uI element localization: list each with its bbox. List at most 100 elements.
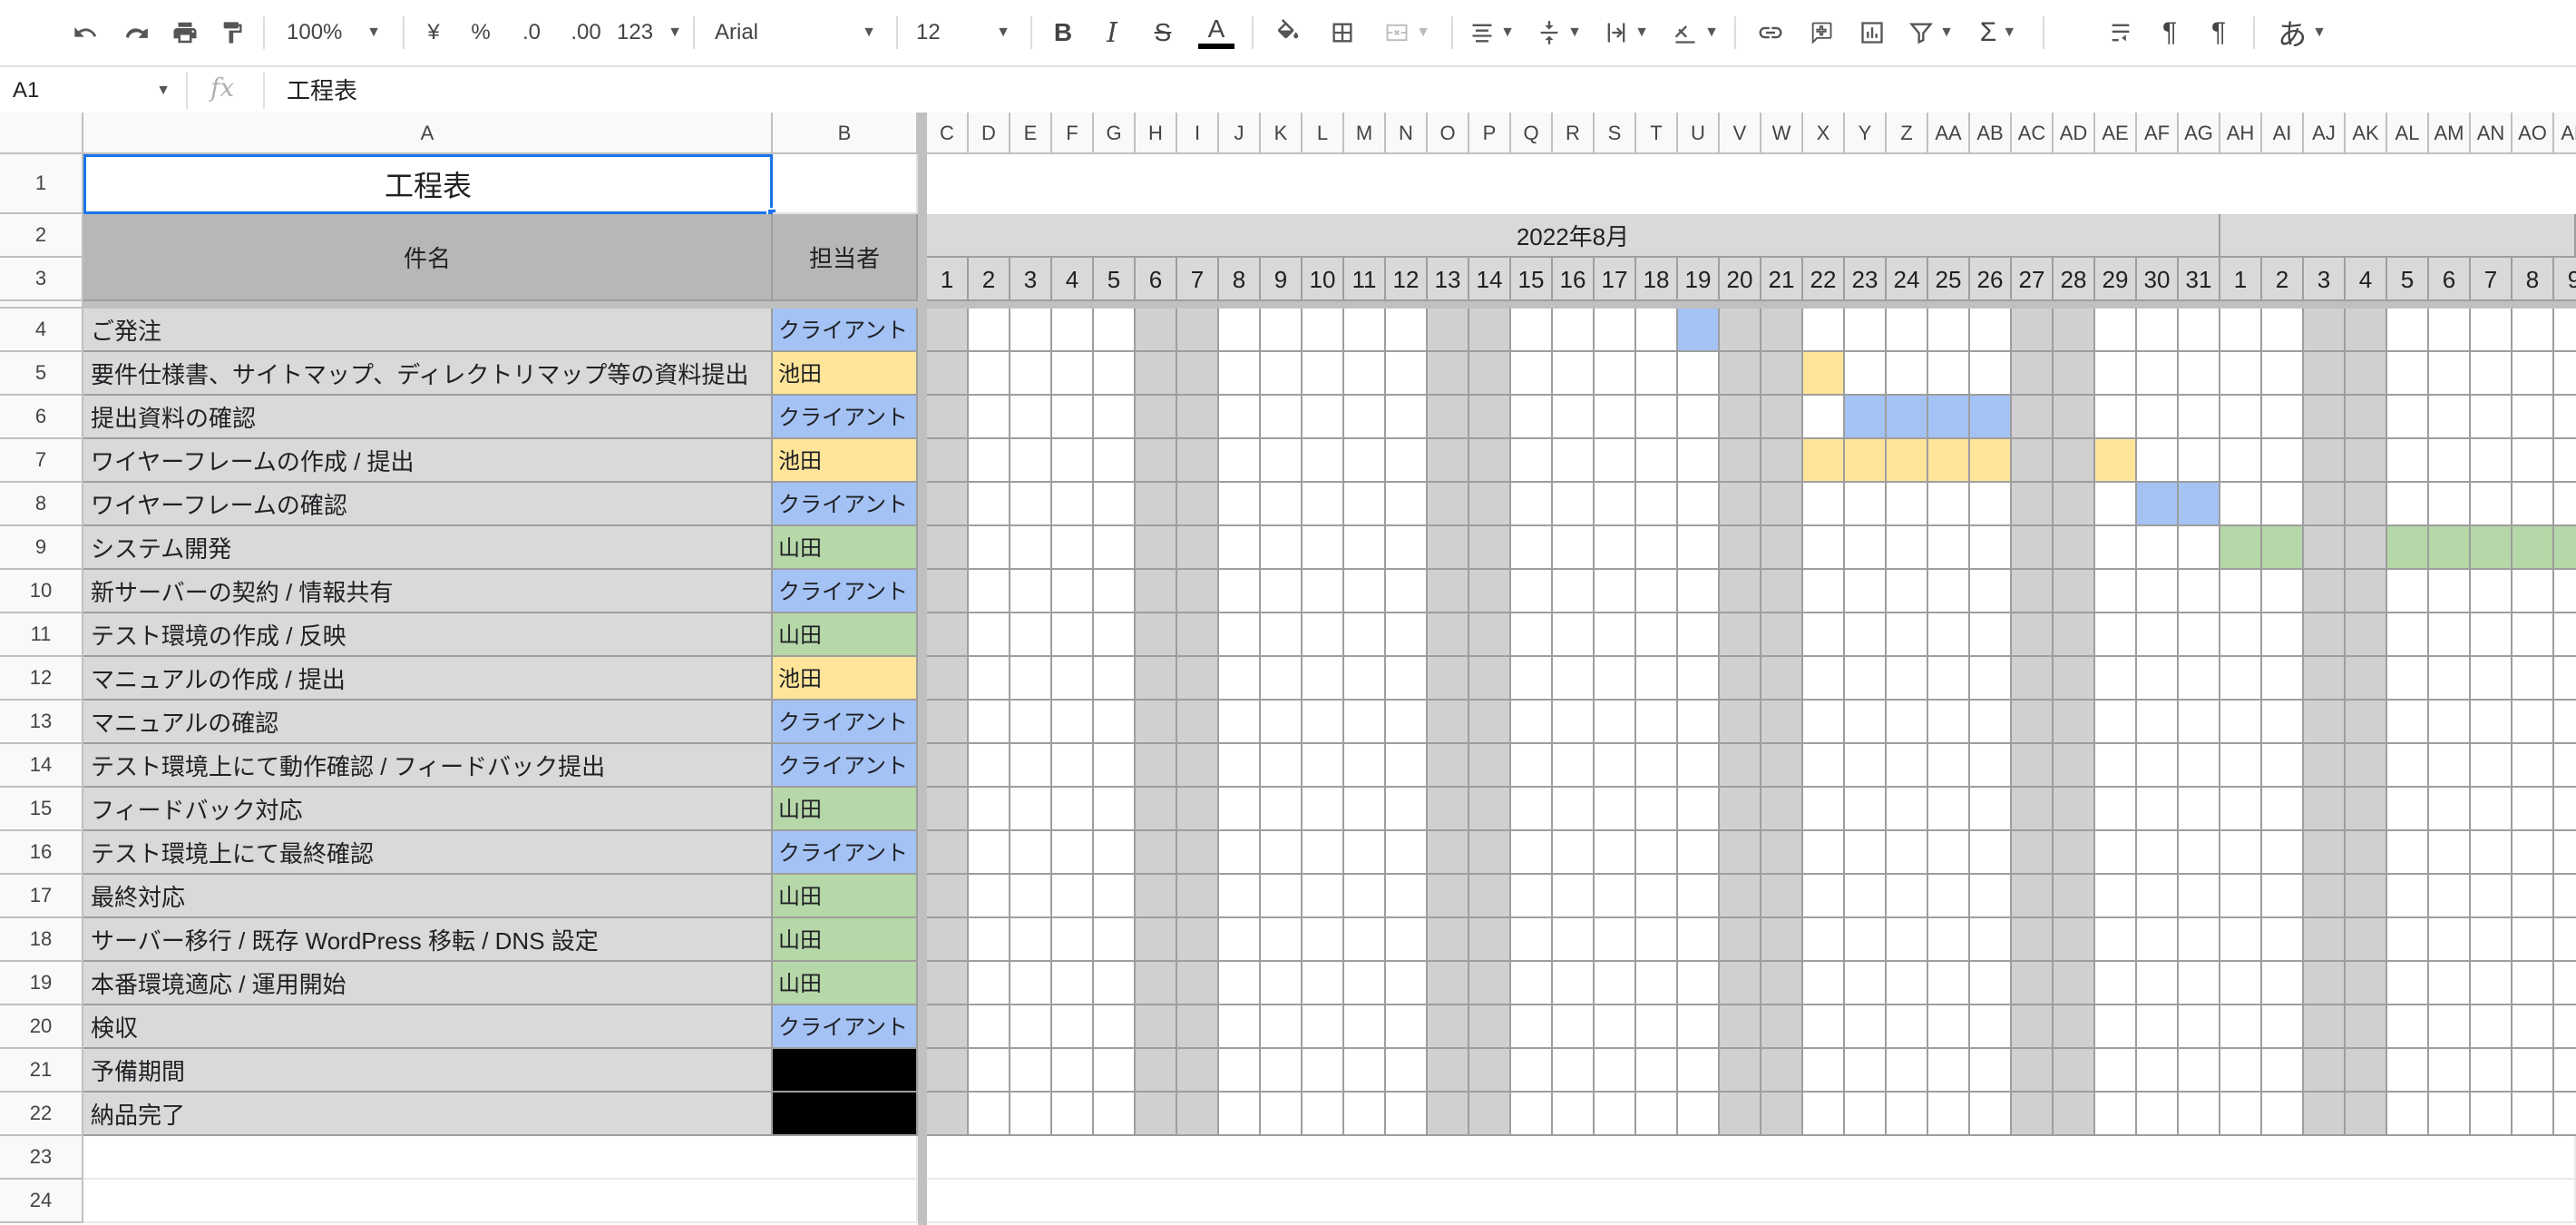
day-cell[interactable] xyxy=(2429,483,2471,526)
weekend-cell[interactable] xyxy=(1177,701,1219,744)
weekend-cell[interactable] xyxy=(1177,483,1219,526)
weekend-cell[interactable] xyxy=(1761,1093,1803,1136)
weekend-cell[interactable] xyxy=(927,701,969,744)
row-header[interactable]: 10 xyxy=(0,570,83,613)
weekend-cell[interactable] xyxy=(927,570,969,613)
day-cell[interactable] xyxy=(1052,1005,1094,1049)
day-cell[interactable] xyxy=(2513,831,2554,875)
day-cell[interactable] xyxy=(1261,613,1303,657)
day-cell[interactable] xyxy=(1803,570,1845,613)
day-cell[interactable] xyxy=(2513,657,2554,701)
weekend-cell[interactable] xyxy=(2346,875,2387,918)
column-header[interactable]: AB xyxy=(1970,113,2012,154)
hide-toolbar-button[interactable] xyxy=(2103,11,2139,54)
day-cell[interactable] xyxy=(1970,701,2012,744)
day-cell[interactable] xyxy=(1511,352,1553,396)
day-cell[interactable] xyxy=(2429,1005,2471,1049)
day-cell[interactable] xyxy=(1970,1093,2012,1136)
day-cell[interactable] xyxy=(2471,570,2513,613)
day-cell[interactable] xyxy=(1970,570,2012,613)
day-cell[interactable] xyxy=(2179,439,2220,483)
day-cell[interactable] xyxy=(2137,1049,2179,1093)
day-cell[interactable] xyxy=(1928,613,1970,657)
day-cell[interactable] xyxy=(1553,875,1595,918)
weekend-cell[interactable] xyxy=(1761,1005,1803,1049)
day-cell[interactable] xyxy=(1595,483,1636,526)
weekend-cell[interactable] xyxy=(2054,875,2095,918)
increase-decimal-button[interactable]: .00 xyxy=(561,11,611,54)
day-cell[interactable] xyxy=(1094,396,1136,439)
weekend-cell[interactable] xyxy=(1428,1093,1469,1136)
day-cell[interactable] xyxy=(1219,570,1261,613)
horizontal-align-button[interactable]: ▼ xyxy=(1464,11,1520,54)
borders-button[interactable] xyxy=(1321,11,1364,54)
assignee-cell[interactable]: 池田 xyxy=(773,657,918,701)
day-cell[interactable] xyxy=(1845,962,1887,1005)
task-cell[interactable]: 新サーバーの契約 / 情報共有 xyxy=(83,570,773,613)
day-cell[interactable] xyxy=(1678,875,1720,918)
day-cell[interactable] xyxy=(1386,570,1428,613)
day-cell[interactable] xyxy=(1553,1049,1595,1093)
assignee-cell[interactable]: クライアント xyxy=(773,309,918,352)
column-header[interactable]: J xyxy=(1219,113,1261,154)
row-header[interactable]: 3 xyxy=(0,258,83,301)
weekend-cell[interactable] xyxy=(1136,831,1177,875)
day-cell[interactable] xyxy=(1803,701,1845,744)
paint-format-button[interactable] xyxy=(210,11,254,54)
row-header[interactable]: 20 xyxy=(0,1005,83,1049)
column-header[interactable]: G xyxy=(1094,113,1136,154)
day-cell[interactable] xyxy=(2513,962,2554,1005)
day-cell[interactable] xyxy=(2220,1093,2262,1136)
day-cell[interactable] xyxy=(1970,918,2012,962)
day-cell[interactable] xyxy=(1970,526,2012,570)
day-cell[interactable] xyxy=(2220,570,2262,613)
assignee-cell[interactable]: クライアント xyxy=(773,483,918,526)
day-cell[interactable] xyxy=(1386,831,1428,875)
weekend-cell[interactable] xyxy=(1177,1049,1219,1093)
day-cell[interactable] xyxy=(1970,352,2012,396)
weekend-cell[interactable] xyxy=(2012,657,2054,701)
day-cell[interactable] xyxy=(969,831,1010,875)
weekend-cell[interactable] xyxy=(1720,875,1761,918)
weekend-cell[interactable] xyxy=(1761,526,1803,570)
day-cell[interactable] xyxy=(1010,875,1052,918)
day-cell[interactable] xyxy=(1094,962,1136,1005)
weekend-cell[interactable] xyxy=(2346,396,2387,439)
day-cell[interactable] xyxy=(2513,483,2554,526)
day-cell[interactable] xyxy=(1636,483,1678,526)
day-cell[interactable] xyxy=(2471,439,2513,483)
day-cell[interactable] xyxy=(1052,483,1094,526)
day-cell[interactable] xyxy=(969,657,1010,701)
day-cell[interactable] xyxy=(1010,570,1052,613)
day-cell[interactable] xyxy=(1052,396,1094,439)
weekend-cell[interactable] xyxy=(1428,1049,1469,1093)
day-cell[interactable] xyxy=(1595,352,1636,396)
empty-cell[interactable] xyxy=(927,1180,2576,1223)
day-cell[interactable] xyxy=(1887,657,1928,701)
weekend-cell[interactable] xyxy=(1469,1093,1511,1136)
day-cell[interactable] xyxy=(1386,1049,1428,1093)
weekend-cell[interactable] xyxy=(2054,744,2095,788)
schedule-bar[interactable] xyxy=(2513,526,2554,570)
weekend-cell[interactable] xyxy=(2054,1049,2095,1093)
weekend-cell[interactable] xyxy=(2012,788,2054,831)
weekend-cell[interactable] xyxy=(1469,1005,1511,1049)
day-cell[interactable] xyxy=(2554,1049,2576,1093)
day-cell[interactable] xyxy=(1344,1049,1386,1093)
weekend-cell[interactable] xyxy=(1428,613,1469,657)
day-cell[interactable] xyxy=(2554,570,2576,613)
day-cell[interactable] xyxy=(1344,483,1386,526)
day-cell[interactable] xyxy=(1928,657,1970,701)
day-cell[interactable] xyxy=(1595,962,1636,1005)
row-header[interactable]: 14 xyxy=(0,744,83,788)
day-cell[interactable] xyxy=(1595,1005,1636,1049)
column-header[interactable]: AG xyxy=(2179,113,2220,154)
day-cell[interactable] xyxy=(1052,918,1094,962)
name-box[interactable]: A1 ▼ xyxy=(13,74,176,107)
weekend-cell[interactable] xyxy=(2346,918,2387,962)
day-cell[interactable] xyxy=(2554,875,2576,918)
column-header[interactable]: AJ xyxy=(2304,113,2346,154)
day-cell[interactable] xyxy=(1219,701,1261,744)
weekend-cell[interactable] xyxy=(1469,875,1511,918)
day-cell[interactable] xyxy=(1636,744,1678,788)
